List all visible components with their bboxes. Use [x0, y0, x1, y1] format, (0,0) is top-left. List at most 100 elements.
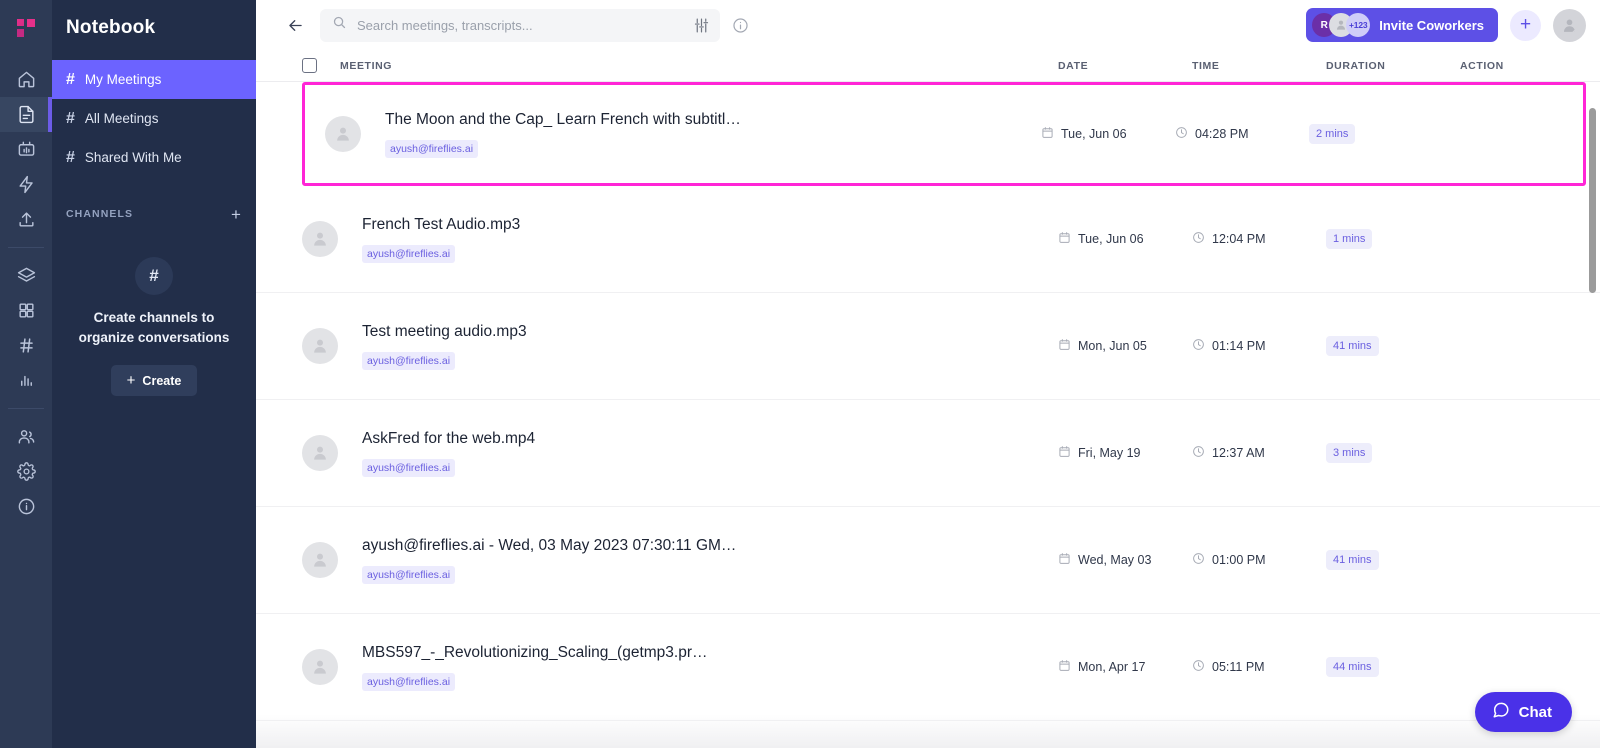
arrow-left-icon[interactable]: [282, 12, 308, 38]
column-header-duration[interactable]: DURATION: [1326, 60, 1460, 72]
row-meeting-cell: MBS597_-_Revolutionizing_Scaling_(getmp3…: [340, 643, 1058, 692]
row-duration-cell: 41 mins: [1326, 336, 1460, 356]
column-header-meeting[interactable]: MEETING: [340, 60, 1058, 72]
settings-gear-icon[interactable]: [0, 454, 52, 489]
home-icon[interactable]: [0, 62, 52, 97]
meeting-owner-tag: ayush@fireflies.ai: [362, 245, 456, 264]
duration-badge: 44 mins: [1326, 657, 1379, 677]
apps-grid-icon[interactable]: [0, 293, 52, 328]
user-avatar[interactable]: [1553, 8, 1586, 42]
rail-group-footer: [0, 413, 52, 530]
hash-icon: #: [66, 109, 75, 127]
column-header-date[interactable]: DATE: [1058, 60, 1192, 72]
analytics-icon[interactable]: [0, 363, 52, 398]
soundboard-icon[interactable]: [0, 132, 52, 167]
fireflies-logo[interactable]: [0, 0, 52, 56]
meeting-date: Tue, Jun 06: [1061, 127, 1127, 141]
row-date-cell: Mon, Apr 17: [1058, 659, 1192, 675]
row-duration-cell: 44 mins: [1326, 657, 1460, 677]
table-row[interactable]: ayush@fireflies.ai - Wed, 03 May 2023 07…: [256, 507, 1600, 614]
row-time-cell: 04:28 PM: [1175, 126, 1309, 142]
meeting-date: Wed, May 03: [1078, 553, 1152, 567]
search-bar[interactable]: [320, 8, 720, 42]
meeting-owner-tag: ayush@fireflies.ai: [362, 566, 456, 585]
sidebar-item-my-meetings[interactable]: # My Meetings: [52, 60, 256, 99]
add-channel-plus-icon[interactable]: +: [231, 206, 242, 223]
sliders-filter-icon[interactable]: [693, 17, 710, 34]
meeting-owner-tag: ayush@fireflies.ai: [362, 459, 456, 478]
meeting-title[interactable]: AskFred for the web.mp4: [362, 429, 1034, 448]
meeting-time: 05:11 PM: [1212, 660, 1265, 674]
hash-icon: #: [66, 70, 75, 88]
search-input[interactable]: [357, 17, 683, 33]
meeting-time: 12:37 AM: [1212, 446, 1265, 460]
team-icon[interactable]: [0, 419, 52, 454]
lightning-icon[interactable]: [0, 167, 52, 202]
create-channel-button[interactable]: + Create: [110, 365, 198, 397]
invite-avatar-stack: R +123: [1312, 13, 1371, 37]
user-slash-icon: [325, 116, 361, 152]
column-header-action[interactable]: ACTION: [1460, 60, 1600, 72]
meeting-title[interactable]: Test meeting audio.mp3: [362, 322, 1034, 341]
table-row[interactable]: The Moon and the Cap_ Learn French with …: [302, 82, 1586, 186]
column-header-time[interactable]: TIME: [1192, 60, 1326, 72]
clock-icon: [1175, 126, 1188, 142]
row-avatar-cell: [302, 649, 340, 685]
meeting-time: 04:28 PM: [1195, 127, 1249, 141]
row-avatar-cell: [302, 435, 340, 471]
meeting-title[interactable]: ayush@fireflies.ai - Wed, 03 May 2023 07…: [362, 536, 1034, 555]
sidebar-item-label: My Meetings: [84, 72, 162, 87]
row-avatar-cell: [302, 542, 340, 578]
scrollbar-thumb[interactable]: [1589, 108, 1596, 293]
meeting-owner-tag: ayush@fireflies.ai: [385, 140, 479, 159]
calendar-icon: [1058, 445, 1071, 461]
icon-rail: [0, 0, 52, 748]
calendar-icon: [1058, 338, 1071, 354]
info-icon[interactable]: [0, 489, 52, 524]
sidebar-title: Notebook: [66, 17, 156, 38]
info-circle-icon[interactable]: [732, 17, 749, 34]
search-icon: [332, 15, 347, 35]
meeting-time: 01:00 PM: [1212, 553, 1266, 567]
table-row[interactable]: French Test Audio.mp3 ayush@fireflies.ai T…: [256, 186, 1600, 293]
row-meeting-cell: French Test Audio.mp3 ayush@fireflies.ai: [340, 215, 1058, 264]
duration-badge: 2 mins: [1309, 124, 1356, 144]
add-button[interactable]: +: [1510, 9, 1541, 41]
row-time-cell: 01:14 PM: [1192, 338, 1326, 354]
row-avatar-cell: [302, 221, 340, 257]
meeting-date: Fri, May 19: [1078, 446, 1141, 460]
sidebar-item-all-meetings[interactable]: # All Meetings: [52, 99, 256, 138]
chat-label: Chat: [1518, 703, 1552, 721]
invite-label: Invite Coworkers: [1379, 17, 1484, 33]
app-root: Notebook # My Meetings # All Meetings # …: [0, 0, 1600, 748]
document-icon[interactable]: [0, 97, 52, 132]
invite-coworkers-button[interactable]: R +123 Invite Coworkers: [1306, 8, 1498, 42]
chat-widget-button[interactable]: Chat: [1474, 692, 1572, 732]
sidebar-item-shared-with-me[interactable]: # Shared With Me: [52, 138, 256, 177]
plus-icon: +: [126, 372, 136, 390]
row-duration-cell: 41 mins: [1326, 550, 1460, 570]
channels-label: CHANNELS: [66, 208, 134, 220]
layers-icon[interactable]: [0, 258, 52, 293]
hash-icon: #: [66, 148, 75, 166]
row-date-cell: Tue, Jun 06: [1058, 231, 1192, 247]
avatar-overflow-count: +123: [1346, 13, 1371, 37]
meeting-title[interactable]: The Moon and the Cap_ Learn French with …: [385, 110, 1017, 129]
meeting-title[interactable]: MBS597_-_Revolutionizing_Scaling_(getmp3…: [362, 643, 1034, 662]
row-date-cell: Wed, May 03: [1058, 552, 1192, 568]
select-all-checkbox[interactable]: [302, 58, 317, 73]
meeting-date: Tue, Jun 06: [1078, 232, 1144, 246]
row-meeting-cell: AskFred for the web.mp4 ayush@fireflies.a…: [340, 429, 1058, 478]
row-duration-cell: 1 mins: [1326, 229, 1460, 249]
table-row[interactable]: Test meeting audio.mp3 ayush@fireflies.ai…: [256, 293, 1600, 400]
table-row[interactable]: MBS597_-_Revolutionizing_Scaling_(getmp3…: [256, 614, 1600, 721]
rail-group-primary: [0, 56, 52, 243]
row-duration-cell: 3 mins: [1326, 443, 1460, 463]
hash-icon[interactable]: [0, 328, 52, 363]
meeting-title[interactable]: French Test Audio.mp3: [362, 215, 1034, 234]
row-meeting-cell: ayush@fireflies.ai - Wed, 03 May 2023 07…: [340, 536, 1058, 585]
upload-icon[interactable]: [0, 202, 52, 237]
table-row[interactable]: AskFred for the web.mp4 ayush@fireflies.a…: [256, 400, 1600, 507]
clock-icon: [1192, 552, 1205, 568]
meetings-table: MEETING DATE TIME DURATION ACTION The Mo…: [256, 50, 1600, 748]
